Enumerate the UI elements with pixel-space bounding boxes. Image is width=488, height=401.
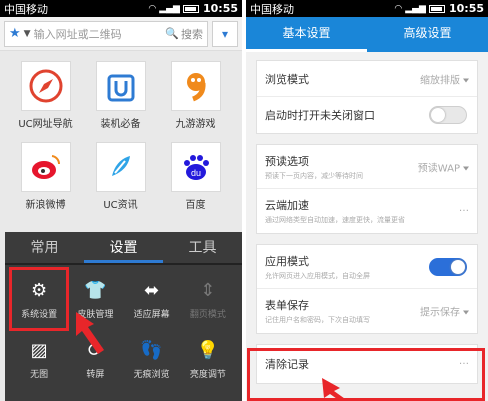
menu-item-page-mode[interactable]: ⇕ 翻页模式 [180,269,236,329]
star-icon[interactable]: ★ [9,26,21,41]
tab-basic-settings[interactable]: 基本设置 [246,17,367,52]
carrier-label: 中国移动 [4,2,48,16]
url-input[interactable]: ★ ▼ 输入网址或二维码 🔍 搜索 [4,20,208,47]
menu-tabs: 常用 设置 工具 [5,232,242,265]
app-uc-news[interactable]: UC资讯 [83,142,158,211]
weibo-icon [31,155,60,179]
tab-tools[interactable]: 工具 [163,232,242,263]
clock: 10:55 [448,2,484,15]
menu-item-incognito[interactable]: 👣 无痕浏览 [124,329,180,389]
status-bar: 中国移动 ◠ ▂▄▆ 10:55 [246,0,488,17]
news-icon [111,156,130,176]
baidu-icon: du [183,155,209,180]
dropdown-button[interactable]: ▾ [212,20,238,47]
app-weibo[interactable]: 新浪微博 [8,142,83,211]
app-grid: UC网址导航 装机必备 九游游戏 新浪微博 UC资讯 du 百度 [0,51,242,211]
setting-app-mode[interactable]: 应用模式 允许网页进入应用模式，自动全屏 [257,245,477,289]
settings-menu: 常用 设置 工具 ⚙ 系统设置 👕 皮肤管理 ⬌ 适应屏幕 ⇕ 翻页模式 ▨ 无… [5,232,242,401]
right-screen: 中国移动 ◠ ▂▄▆ 10:55 基本设置 高级设置 浏览模式 缩放排版 启动时… [246,0,488,401]
wifi-icon: ◠ [394,3,403,14]
carrier-label: 中国移动 [250,2,294,16]
pointer-arrow-icon [76,312,104,354]
menu-grid: ⚙ 系统设置 👕 皮肤管理 ⬌ 适应屏幕 ⇕ 翻页模式 ▨ 无图 ⟳ 转屏 [5,265,242,393]
app-essentials[interactable]: 装机必备 [83,61,158,130]
pointer-arrow-icon [322,378,348,401]
tab-common[interactable]: 常用 [5,232,84,263]
settings-list: 浏览模式 缩放排版 启动时打开未关闭窗口 预读选项 预读下一页内容，减少等待时间… [246,60,488,384]
search-icon: 🔍 [165,27,179,40]
app-baidu[interactable]: du 百度 [158,142,233,211]
url-placeholder: 输入网址或二维码 [33,27,122,41]
more-dots-icon: ⋯ [459,205,469,217]
toggle-switch[interactable] [429,257,467,276]
search-bar: ★ ▼ 输入网址或二维码 🔍 搜索 ▾ [0,17,242,51]
left-screen: 中国移动 ◠ ▂▄▆ 10:55 ★ ▼ 输入网址或二维码 🔍 搜索 ▾ UC网… [0,0,242,401]
tshirt-icon: 👕 [84,279,107,301]
menu-item-brightness[interactable]: 💡 亮度调节 [180,329,236,389]
app-uc-nav[interactable]: UC网址导航 [8,61,83,130]
chevron-down-icon: ▾ [221,26,229,41]
menu-item-system-settings[interactable]: ⚙ 系统设置 [8,267,70,331]
page-updown-icon: ⇕ [200,279,216,301]
tab-settings[interactable]: 设置 [84,232,163,263]
status-bar: 中国移动 ◠ ▂▄▆ 10:55 [0,0,242,17]
setting-browse-mode[interactable]: 浏览模式 缩放排版 [257,61,477,97]
footprint-icon: 👣 [140,339,163,361]
setting-cloud-accel[interactable]: 云端加速 通过网络类型自动加速，速度更快，流量更省 ⋯ [257,189,477,233]
nine-game-icon [186,73,206,102]
gear-icon: ⚙ [31,279,48,301]
clock: 10:55 [202,2,238,15]
wifi-icon: ◠ [148,3,157,14]
compass-icon [29,69,62,103]
tab-advanced-settings[interactable]: 高级设置 [367,17,488,52]
setting-open-unclosed-windows[interactable]: 启动时打开未关闭窗口 [257,97,477,133]
fit-screen-icon: ⬌ [144,279,160,301]
search-button[interactable]: 🔍 搜索 [165,26,203,42]
dropdown-triangle-icon [463,166,469,170]
u-bag-icon [107,74,134,102]
setting-preread[interactable]: 预读选项 预读下一页内容，减少等待时间 预读WAP [257,145,477,189]
menu-item-fit-screen[interactable]: ⬌ 适应屏幕 [124,269,180,329]
bulb-icon: 💡 [196,339,220,361]
signal-icon: ▂▄▆ [159,3,180,14]
chevron-down-icon: ▼ [23,28,31,39]
app-9game[interactable]: 九游游戏 [158,61,233,130]
toggle-switch[interactable] [429,106,467,124]
dropdown-triangle-icon [463,78,469,82]
search-button-label: 搜索 [181,27,203,41]
setting-form-save[interactable]: 表单保存 记住用户名和密码，下次自动填写 提示保存 [257,289,477,333]
highlight-clear-records [247,348,485,401]
battery-icon [182,4,199,13]
signal-icon: ▂▄▆ [405,3,426,14]
svg-text:du: du [190,168,200,178]
menu-item-no-image[interactable]: ▨ 无图 [11,329,67,389]
battery-icon [428,4,445,13]
no-image-icon: ▨ [30,339,48,361]
settings-tabs: 基本设置 高级设置 [246,17,488,52]
dropdown-triangle-icon [463,310,469,315]
